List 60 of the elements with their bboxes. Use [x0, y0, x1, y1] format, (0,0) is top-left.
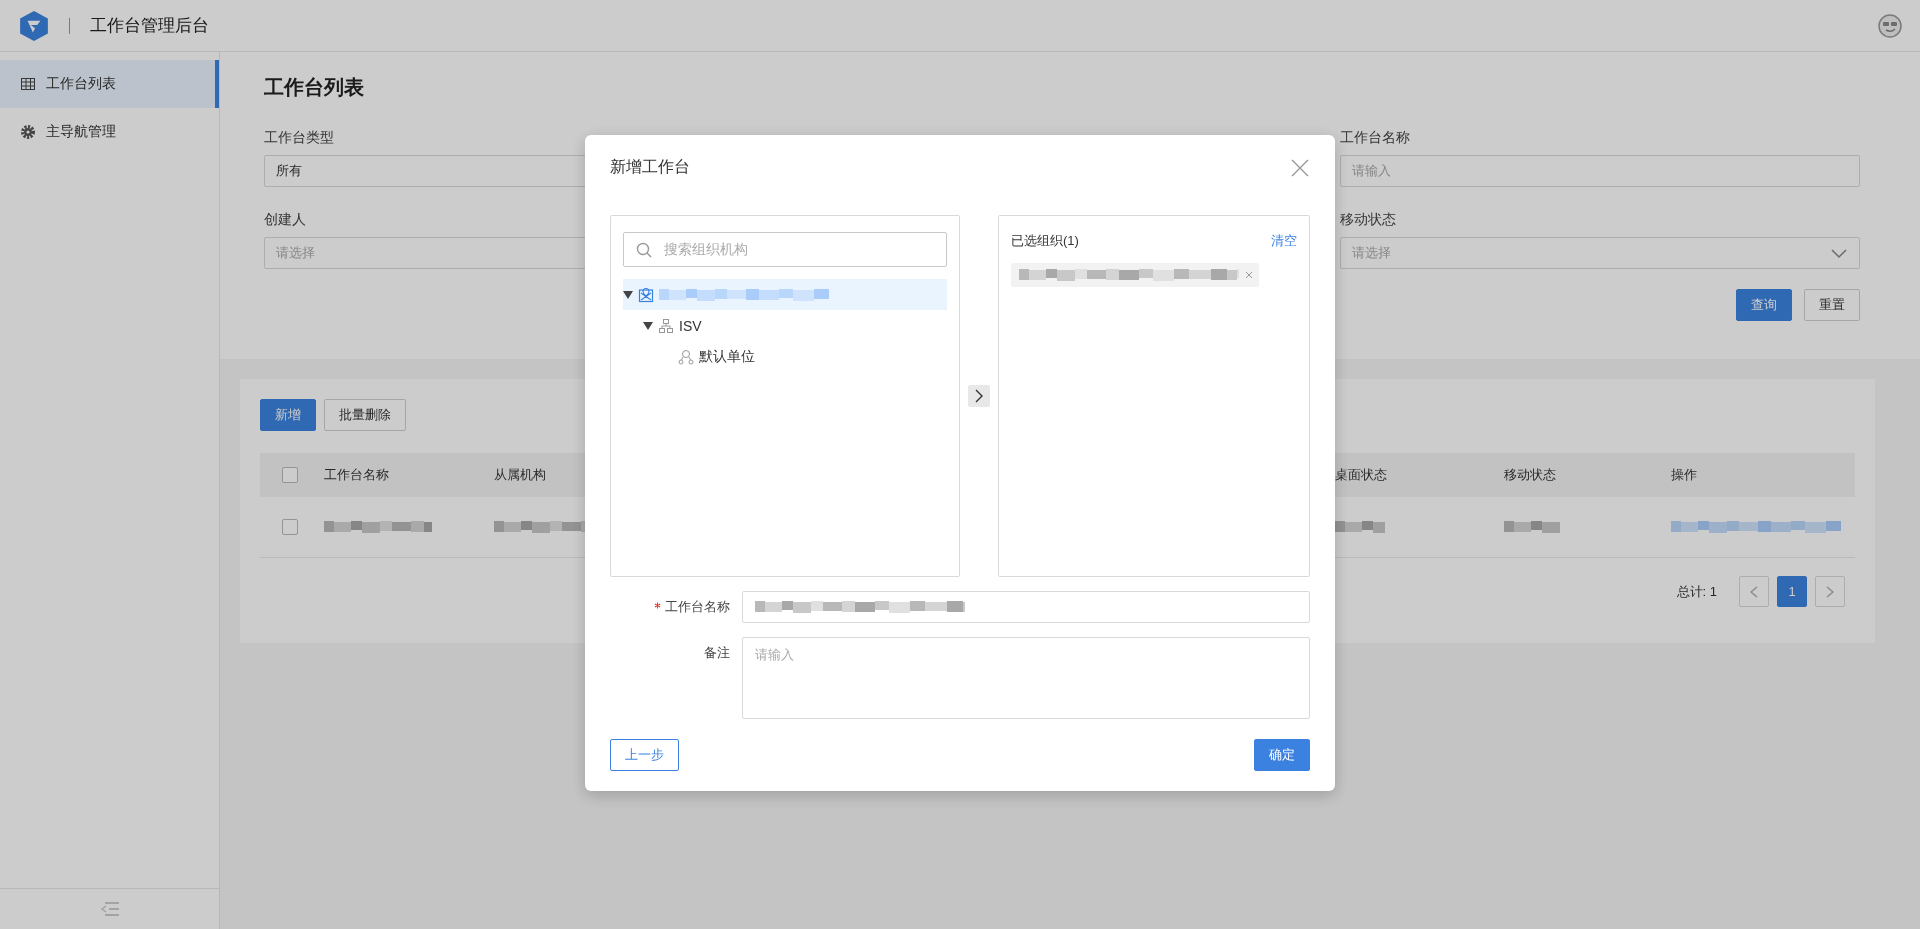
action-button[interactable]: 确定 [1254, 739, 1310, 771]
panel-title: 已选组织(1) [1011, 232, 1079, 250]
total-count: 总计: 1 [1676, 582, 1717, 601]
remove-icon[interactable] [1245, 271, 1253, 279]
app-title: 工作台管理后台 [90, 15, 209, 37]
chevron-right-icon [1825, 585, 1835, 598]
clear-link[interactable]: 清空 [1271, 232, 1297, 250]
text-area[interactable]: 请输入 [742, 637, 1310, 719]
field-label: 工作台名称 [665, 598, 730, 616]
collapse-menu-icon[interactable] [100, 902, 119, 916]
search-field[interactable]: 搜索组织机构 [623, 232, 947, 267]
blurred-text [1335, 519, 1385, 535]
action-button[interactable]: 上一步 [610, 739, 679, 771]
column-header: 操作 [1671, 466, 1697, 484]
field-label: 创建人 [264, 211, 306, 229]
input-field[interactable]: 请输入 [1340, 155, 1860, 187]
column-header: 工作台名称 [324, 466, 389, 484]
field-label: 工作台类型 [264, 129, 334, 147]
selected-tag[interactable] [1011, 263, 1259, 287]
required-asterisk-icon [654, 602, 661, 609]
sidebar-item[interactable]: 工作台列表 [0, 60, 219, 108]
checkbox[interactable] [282, 519, 298, 535]
field-label: 工作台名称 [1340, 129, 1410, 147]
column-header: 移动状态 [1504, 466, 1556, 484]
field-label: 移动状态 [1340, 211, 1396, 229]
previous-page-button[interactable] [1739, 576, 1769, 607]
checkbox[interactable] [282, 467, 298, 483]
dialog-title: 新增工作台 [610, 157, 690, 177]
shield-logo-icon [19, 9, 49, 42]
expand-triangle-icon[interactable] [623, 290, 633, 299]
tree-node[interactable]: ISV [643, 310, 947, 341]
action-button[interactable]: 新增 [260, 399, 316, 431]
smiley-avatar-icon[interactable] [1878, 13, 1902, 38]
tree-node[interactable]: 默认单位 [663, 341, 947, 372]
page-title: 工作台列表 [264, 75, 365, 100]
input-field[interactable] [742, 591, 1310, 623]
chevron-down-icon [1830, 247, 1848, 259]
tree-node[interactable] [623, 279, 947, 310]
chevron-right-icon [974, 389, 984, 403]
blurred-text [1504, 519, 1560, 535]
action-button[interactable]: 查询 [1736, 289, 1792, 321]
move-right-button[interactable] [968, 385, 990, 407]
action-button[interactable]: 重置 [1804, 289, 1860, 321]
table-icon [20, 76, 36, 92]
page-button[interactable]: 1 [1777, 576, 1807, 607]
sidebar-item[interactable]: 主导航管理 [0, 108, 219, 156]
hierarchy-icon [658, 317, 674, 334]
gear-icon [20, 124, 36, 140]
building-icon [638, 286, 654, 303]
expand-triangle-icon[interactable] [643, 321, 653, 330]
select-field[interactable]: 请选择 [1340, 237, 1860, 269]
field-label: 备注 [704, 644, 730, 662]
next-page-button[interactable] [1815, 576, 1845, 607]
close-icon[interactable] [1290, 157, 1310, 178]
chevron-left-icon [1749, 585, 1759, 598]
action-button[interactable]: 批量删除 [324, 399, 406, 431]
search-icon [636, 241, 652, 258]
column-header: 从属机构 [494, 466, 546, 484]
people-icon [678, 348, 694, 365]
column-header: 桌面状态 [1335, 466, 1387, 484]
